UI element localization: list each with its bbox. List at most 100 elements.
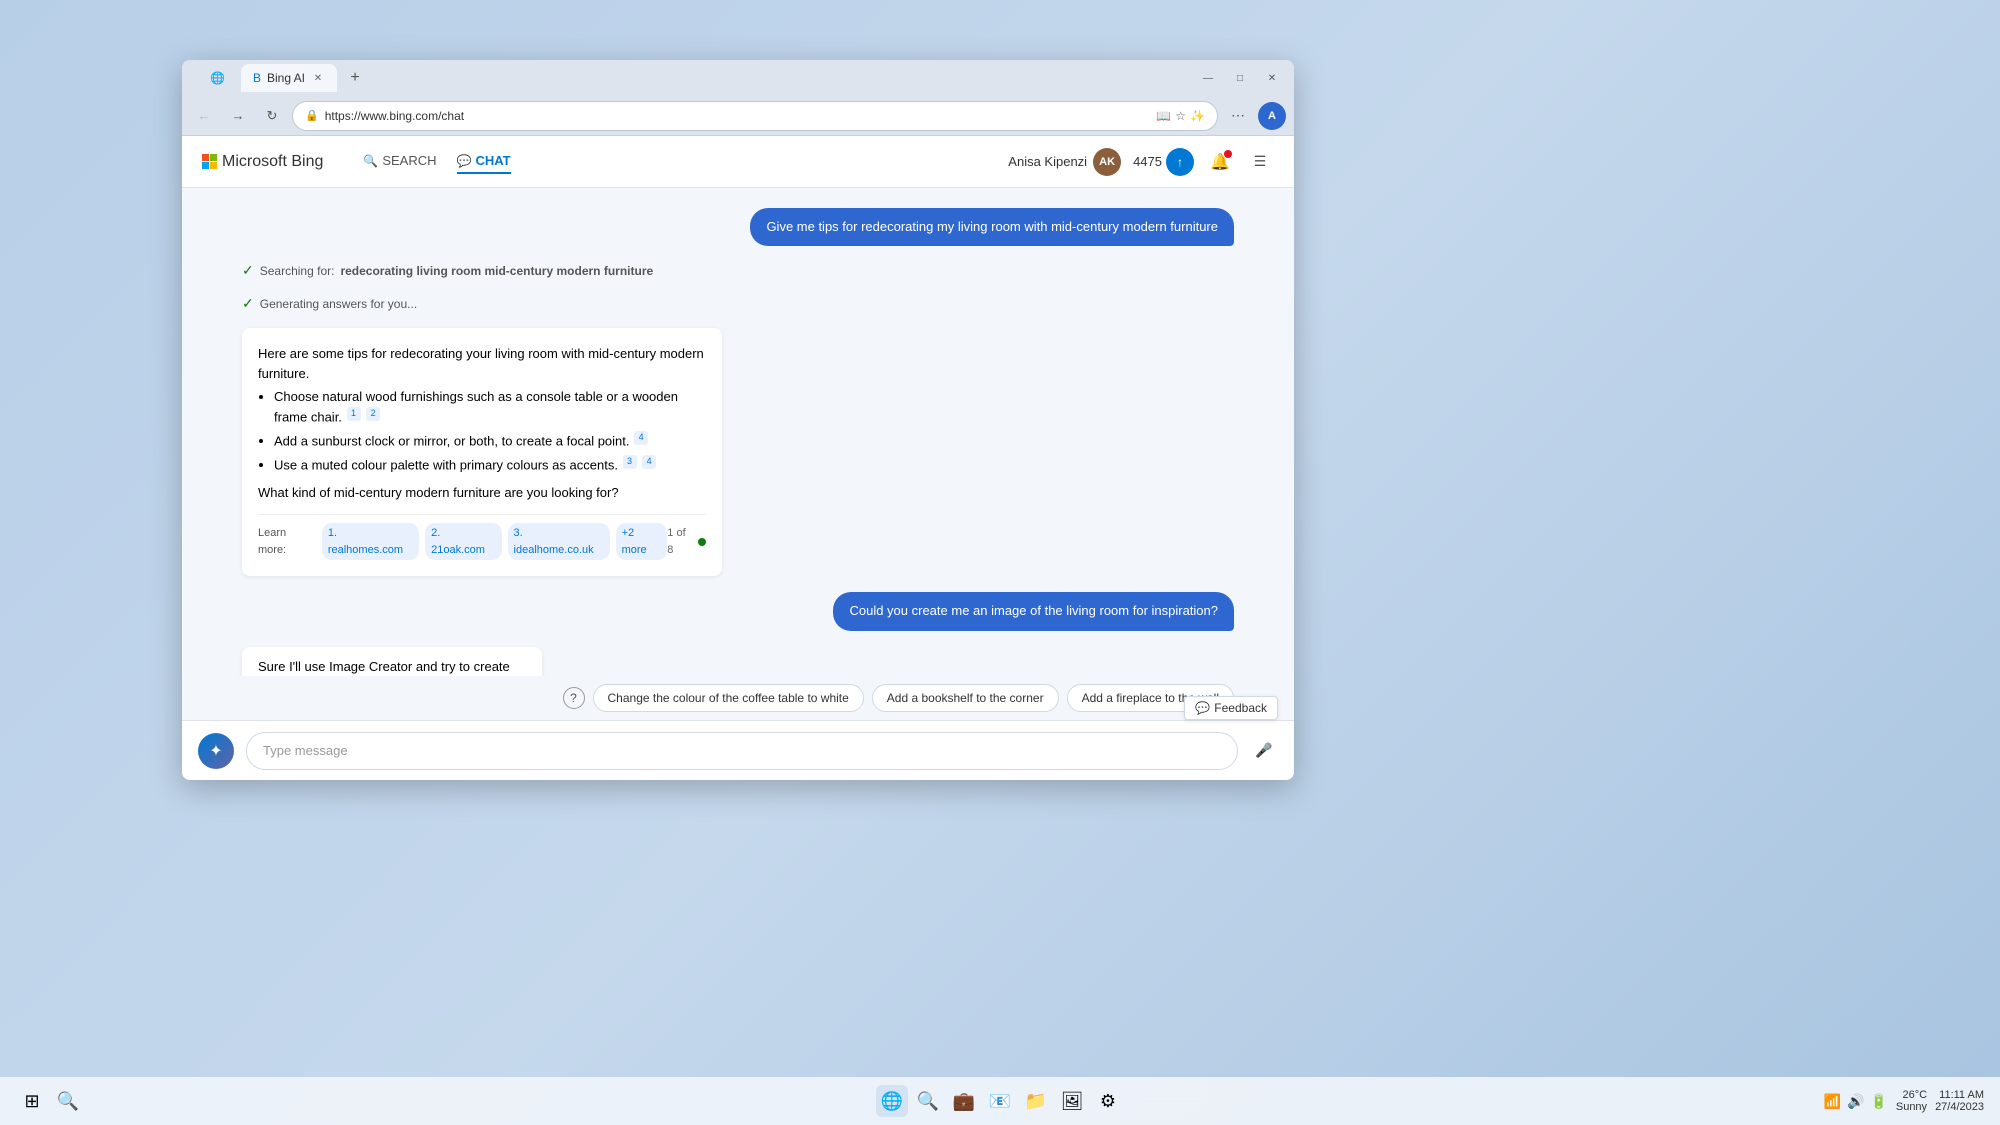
copilot-button[interactable]: ↑ bbox=[1166, 148, 1194, 176]
menu-button[interactable]: ☰ bbox=[1246, 148, 1274, 176]
microsoft-logo bbox=[202, 154, 218, 170]
input-area: ✦ Type message 🎤 bbox=[182, 720, 1294, 780]
address-bar-icons: 📖 ☆ ✨ bbox=[1156, 109, 1205, 123]
help-icon[interactable]: ? bbox=[563, 687, 585, 709]
back-button[interactable]: ← bbox=[190, 102, 218, 130]
current-time: 11:11 AM bbox=[1939, 1089, 1984, 1101]
taskbar: ⊞ 🔍 🌐 🔍 💼 📧 📁 🖼 ⚙ 📶 🔊 🔋 26°C Sunny 11:11… bbox=[0, 1077, 2000, 1125]
feedback-icon: 💬 bbox=[1195, 701, 1210, 715]
current-date: 27/4/2023 bbox=[1935, 1101, 1984, 1113]
browser-toolbar: ← → ↻ 🔒 https://www.bing.com/chat 📖 ☆ ✨ … bbox=[182, 96, 1294, 136]
source-1-link[interactable]: 1. realhomes.com bbox=[322, 523, 419, 560]
suggestion-2[interactable]: Add a bookshelf to the corner bbox=[872, 684, 1059, 712]
citation-4[interactable]: 3 bbox=[623, 455, 637, 469]
microphone-button[interactable]: 🎤 bbox=[1250, 737, 1278, 765]
minimize-button[interactable]: — bbox=[1194, 64, 1222, 92]
edge-profile-icon[interactable]: A bbox=[1258, 102, 1286, 130]
user-name: Anisa Kipenzi bbox=[1008, 154, 1087, 169]
page-indicator: 1 of 8 bbox=[667, 525, 706, 558]
simple-response: Sure I'll use Image Creator and try to c… bbox=[242, 647, 542, 676]
tab-close-icon[interactable]: ✕ bbox=[311, 71, 325, 85]
nav-chat[interactable]: 💬 CHAT bbox=[457, 149, 511, 174]
bing-nav: 🔍 SEARCH 💬 CHAT bbox=[363, 149, 510, 174]
message-input[interactable]: Type message bbox=[246, 732, 1238, 770]
favorites-icon[interactable]: ☆ bbox=[1175, 109, 1186, 123]
forward-button[interactable]: → bbox=[224, 102, 252, 130]
points-badge: 4475 ↑ bbox=[1133, 148, 1194, 176]
search-taskbar[interactable]: 🔍 bbox=[52, 1085, 84, 1117]
start-button[interactable]: ⊞ bbox=[16, 1085, 48, 1117]
ai-response-card: Here are some tips for redecorating your… bbox=[242, 328, 722, 576]
more-sources-link[interactable]: +2 more bbox=[616, 523, 668, 560]
bing-tab-favicon: B bbox=[253, 71, 261, 85]
maximize-button[interactable]: □ bbox=[1226, 64, 1254, 92]
volume-icon: 🔊 bbox=[1847, 1093, 1864, 1110]
inactive-tab-icon: 🌐 bbox=[210, 71, 225, 85]
taskbar-teams[interactable]: 💼 bbox=[948, 1085, 980, 1117]
tab-active[interactable]: B Bing AI ✕ bbox=[241, 64, 337, 92]
weather-temp: 26°C bbox=[1902, 1089, 1927, 1101]
suggestion-1[interactable]: Change the colour of the coffee table to… bbox=[593, 684, 864, 712]
header-right: Anisa Kipenzi AK 4475 ↑ 🔔 ☰ bbox=[1008, 148, 1274, 176]
taskbar-files[interactable]: 📁 bbox=[1020, 1085, 1052, 1117]
taskbar-edge[interactable]: 🌐 bbox=[876, 1085, 908, 1117]
search-icon: 🔍 bbox=[363, 154, 378, 168]
taskbar-search-app[interactable]: 🔍 bbox=[912, 1085, 944, 1117]
notification-button[interactable]: 🔔 bbox=[1206, 148, 1234, 176]
chat-area: Give me tips for redecorating my living … bbox=[182, 188, 1294, 676]
user-info: Anisa Kipenzi AK bbox=[1008, 148, 1121, 176]
browser-titlebar: 🌐 B Bing AI ✕ + — □ ✕ bbox=[182, 60, 1294, 96]
taskbar-mail[interactable]: 📧 bbox=[984, 1085, 1016, 1117]
feedback-button[interactable]: 💬 Feedback bbox=[1184, 696, 1278, 720]
status-label-2: Generating answers for you... bbox=[260, 297, 417, 311]
status-dot bbox=[698, 538, 706, 546]
bullet-2: Add a sunburst clock or mirror, or both,… bbox=[274, 431, 706, 451]
ai-question: What kind of mid-century modern furnitur… bbox=[258, 483, 706, 503]
citation-1[interactable]: 1 bbox=[347, 407, 361, 421]
ai-intro-text: Here are some tips for redecorating your… bbox=[258, 344, 706, 383]
wifi-icon: 📶 bbox=[1824, 1093, 1841, 1110]
lock-icon: 🔒 bbox=[305, 109, 319, 122]
browser-window: 🌐 B Bing AI ✕ + — □ ✕ ← → ↻ 🔒 https://ww… bbox=[182, 60, 1294, 780]
check-icon-1: ✓ bbox=[242, 262, 254, 279]
bullet-1: Choose natural wood furnishings such as … bbox=[274, 387, 706, 427]
window-controls-right: — □ ✕ bbox=[1194, 64, 1286, 92]
bing-chat-icon[interactable]: ✦ bbox=[198, 733, 234, 769]
learn-more: Learn more: 1. realhomes.com 2. 21oak.co… bbox=[258, 523, 667, 560]
user-avatar[interactable]: AK bbox=[1093, 148, 1121, 176]
suggestions-area: ? Change the colour of the coffee table … bbox=[182, 676, 1294, 720]
address-bar[interactable]: 🔒 https://www.bing.com/chat 📖 ☆ ✨ bbox=[292, 101, 1218, 131]
nav-search[interactable]: 🔍 SEARCH bbox=[363, 149, 436, 174]
url-text: https://www.bing.com/chat bbox=[325, 109, 1151, 123]
refresh-button[interactable]: ↻ bbox=[258, 102, 286, 130]
points-value: 4475 bbox=[1133, 154, 1162, 169]
source-2-link[interactable]: 2. 21oak.com bbox=[425, 523, 501, 560]
citation-3[interactable]: 4 bbox=[634, 431, 648, 445]
collections-icon[interactable]: ⋯ bbox=[1224, 102, 1252, 130]
status-label-1: Searching for: bbox=[260, 264, 335, 278]
taskbar-photos[interactable]: 🖼 bbox=[1056, 1085, 1088, 1117]
search-icon-taskbar: 🔍 bbox=[57, 1091, 79, 1112]
taskbar-left: ⊞ 🔍 bbox=[16, 1085, 84, 1117]
taskbar-center: 🌐 🔍 💼 📧 📁 🖼 ⚙ bbox=[876, 1085, 1124, 1117]
close-button[interactable]: ✕ bbox=[1258, 64, 1286, 92]
battery-icon: 🔋 bbox=[1870, 1093, 1887, 1110]
source-3-link[interactable]: 3. idealhome.co.uk bbox=[508, 523, 610, 560]
status-generating: ✓ Generating answers for you... bbox=[242, 295, 1234, 312]
input-placeholder: Type message bbox=[263, 743, 348, 758]
citation-2[interactable]: 2 bbox=[366, 407, 380, 421]
tab-label: Bing AI bbox=[267, 71, 305, 85]
system-icons: 📶 🔊 🔋 bbox=[1824, 1093, 1888, 1110]
bing-copilot-icon[interactable]: ✨ bbox=[1190, 109, 1205, 123]
tab-inactive[interactable]: 🌐 bbox=[198, 64, 237, 92]
user-message-2: Could you create me an image of the livi… bbox=[833, 592, 1234, 630]
card-footer: Learn more: 1. realhomes.com 2. 21oak.co… bbox=[258, 514, 706, 560]
reading-mode-icon[interactable]: 📖 bbox=[1156, 109, 1171, 123]
new-tab-button[interactable]: + bbox=[341, 64, 369, 92]
user-message-1: Give me tips for redecorating my living … bbox=[750, 208, 1234, 246]
chat-icon: 💬 bbox=[457, 154, 472, 168]
search-query: redecorating living room mid-century mod… bbox=[340, 264, 653, 278]
taskbar-settings[interactable]: ⚙ bbox=[1092, 1085, 1124, 1117]
tab-area: 🌐 B Bing AI ✕ + bbox=[198, 64, 1186, 92]
citation-5[interactable]: 4 bbox=[642, 455, 656, 469]
